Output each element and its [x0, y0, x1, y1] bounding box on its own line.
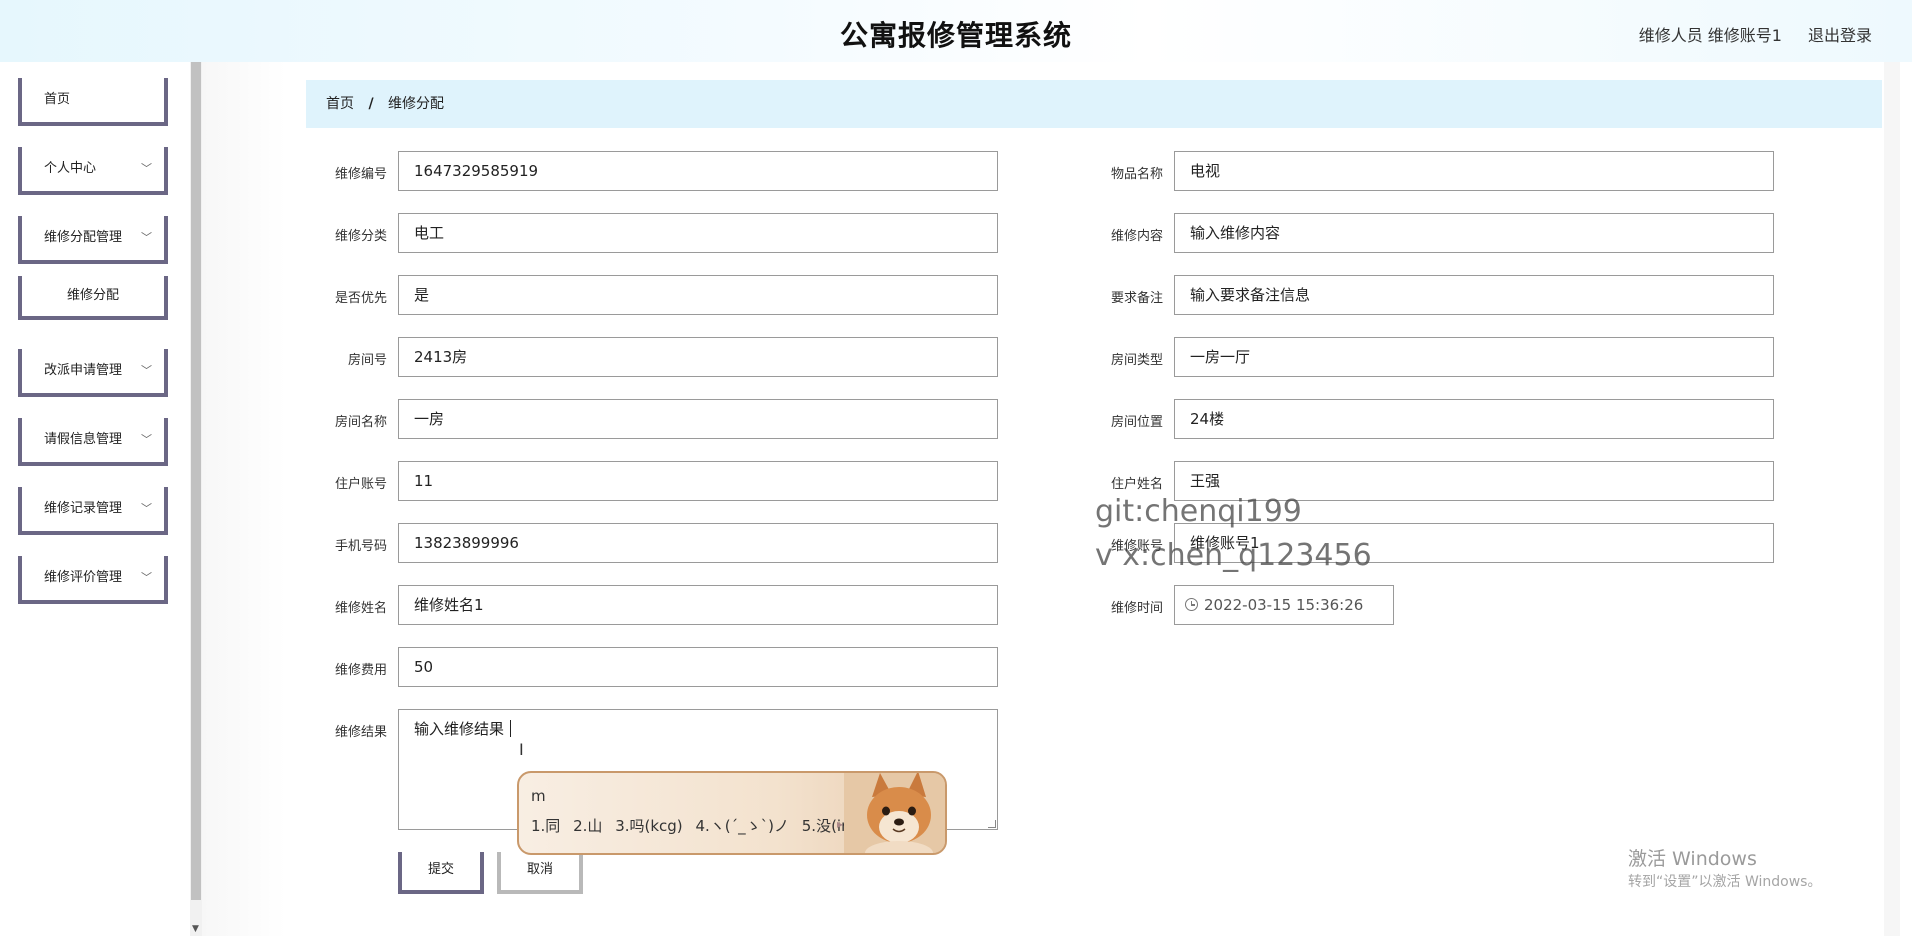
room-no-input[interactable]: 2413房	[398, 337, 998, 377]
sidebar-scrollbar-thumb[interactable]	[191, 62, 201, 900]
ime-candidate[interactable]: 2.山	[573, 817, 602, 835]
current-user: 维修人员 维修账号1	[1638, 26, 1782, 45]
sidebar-scrollbar[interactable]: ▼	[190, 62, 202, 936]
repair-time-picker[interactable]: 2022-03-15 15:36:26	[1174, 585, 1394, 625]
sidebar-item-review-management[interactable]: 维修评价管理 ﹀	[18, 556, 168, 604]
sidebar-item-label: 维修分配管理	[44, 230, 123, 245]
windows-activation-hint: 转到“设置”以激活 Windows。	[1628, 874, 1822, 890]
fee-input[interactable]: 50	[398, 647, 998, 687]
watermark-line-1: git:chenqi199	[1095, 494, 1302, 529]
watermark-line-2: v x:chen_q123456	[1095, 538, 1372, 573]
field-label-result: 维修结果	[334, 725, 387, 740]
ibeam-cursor-icon: I	[519, 740, 524, 759]
chevron-down-icon: ﹀	[141, 364, 152, 377]
chevron-down-icon: ﹀	[141, 231, 152, 244]
field-label-category: 维修分类	[334, 229, 387, 244]
result-text: 输入维修结果	[414, 720, 505, 738]
field-label-room-type: 房间类型	[1110, 353, 1163, 368]
ime-candidate[interactable]: 4.ヽ(´_ゝ`)ノ	[695, 817, 789, 835]
ime-next-page-icon[interactable]: ▸	[837, 817, 843, 831]
room-location-input[interactable]: 24楼	[1174, 399, 1774, 439]
resize-grip-icon[interactable]	[988, 820, 996, 828]
field-label-item-name: 物品名称	[1110, 167, 1163, 182]
room-name-input[interactable]: 一房	[398, 399, 998, 439]
ime-candidate-popup[interactable]: m 1.同 2.山 3.吗(kcg) 4.ヽ(´_ゝ`)ノ 5.没(imcy) …	[517, 771, 947, 855]
logout-link[interactable]: 退出登录	[1808, 22, 1872, 46]
chevron-down-icon: ﹀	[141, 571, 152, 584]
sidebar-item-reassign-management[interactable]: 改派申请管理 ﹀	[18, 349, 168, 397]
top-header: 公寓报修管理系统 维修人员 维修账号1 退出登录	[0, 0, 1912, 62]
repair-content-input[interactable]: 输入维修内容	[1174, 213, 1774, 253]
field-label-room-name: 房间名称	[334, 415, 387, 430]
chevron-down-icon: ﹀	[141, 162, 152, 175]
field-label-repair-time: 维修时间	[1110, 601, 1163, 616]
page-title: 公寓报修管理系统	[839, 19, 1072, 52]
priority-input[interactable]: 是	[398, 275, 998, 315]
breadcrumb-current: 维修分配	[388, 96, 445, 112]
ime-input-code: m	[531, 787, 546, 805]
breadcrumb-home[interactable]: 首页	[326, 96, 354, 112]
cancel-button[interactable]: 取消	[497, 852, 583, 894]
room-type-input[interactable]: 一房一厅	[1174, 337, 1774, 377]
sidebar-item-label: 维修记录管理	[44, 501, 123, 516]
resident-account-input[interactable]: 11	[398, 461, 998, 501]
chevron-down-icon: ﹀	[141, 433, 152, 446]
scroll-down-arrow-icon[interactable]: ▼	[192, 924, 199, 934]
item-name-input[interactable]: 电视	[1174, 151, 1774, 191]
repairer-name-input[interactable]: 维修姓名1	[398, 585, 998, 625]
field-label-priority: 是否优先	[334, 291, 387, 306]
ime-candidate[interactable]: 1.同	[531, 817, 560, 835]
sidebar-item-assignment-management[interactable]: 维修分配管理 ﹀	[18, 216, 168, 264]
submit-button[interactable]: 提交	[398, 852, 484, 894]
field-label-resident-account: 住户账号	[334, 477, 387, 492]
sidebar-item-label: 维修分配	[66, 288, 119, 303]
remark-input[interactable]: 输入要求备注信息	[1174, 275, 1774, 315]
ime-candidate-list: 1.同 2.山 3.吗(kcg) 4.ヽ(´_ゝ`)ノ 5.没(imcy)	[531, 815, 887, 836]
sidebar-item-label: 请假信息管理	[44, 432, 123, 447]
shiba-dog-skin-icon	[844, 773, 945, 853]
text-caret	[510, 720, 512, 737]
windows-activation-title: 激活 Windows	[1628, 848, 1757, 870]
sidebar-item-records-management[interactable]: 维修记录管理 ﹀	[18, 487, 168, 535]
field-label-repairer-name: 维修姓名	[334, 601, 387, 616]
clock-icon	[1185, 598, 1198, 611]
repair-time-value: 2022-03-15 15:36:26	[1204, 596, 1364, 614]
field-label-remark: 要求备注	[1110, 291, 1163, 306]
field-label-resident-name: 住户姓名	[1110, 477, 1163, 492]
category-input[interactable]: 电工	[398, 213, 998, 253]
content-left-shade	[202, 62, 286, 936]
sidebar-item-personal-center[interactable]: 个人中心 ﹀	[18, 147, 168, 195]
sidebar-item-leave-management[interactable]: 请假信息管理 ﹀	[18, 418, 168, 466]
field-label-repair-content: 维修内容	[1110, 229, 1163, 244]
sidebar-item-label: 首页	[44, 92, 71, 107]
field-label-repair-no: 维修编号	[334, 167, 387, 182]
sidebar-item-label: 个人中心	[44, 161, 97, 176]
repair-no-input[interactable]: 1647329585919	[398, 151, 998, 191]
sidebar-subitem-assignment[interactable]: 维修分配	[18, 276, 168, 320]
sidebar: 首页 个人中心 ﹀ 维修分配管理 ﹀ 维修分配 改派申请管理 ﹀ 请假信息管理 …	[0, 62, 190, 936]
field-label-fee: 维修费用	[334, 663, 387, 678]
sidebar-item-label: 维修评价管理	[44, 570, 123, 585]
sidebar-item-label: 改派申请管理	[44, 363, 123, 378]
phone-input[interactable]: 13823899996	[398, 523, 998, 563]
sidebar-item-home[interactable]: 首页	[18, 78, 168, 126]
field-label-phone: 手机号码	[334, 539, 387, 554]
breadcrumb: 首页 / 维修分配	[306, 80, 1882, 128]
main-scrollbar[interactable]	[1884, 62, 1900, 936]
field-label-room-no: 房间号	[347, 353, 387, 368]
breadcrumb-separator: /	[368, 96, 374, 112]
chevron-down-icon: ﹀	[141, 502, 152, 515]
ime-candidate[interactable]: 3.吗(kcg)	[615, 817, 682, 835]
field-label-room-location: 房间位置	[1110, 415, 1163, 430]
